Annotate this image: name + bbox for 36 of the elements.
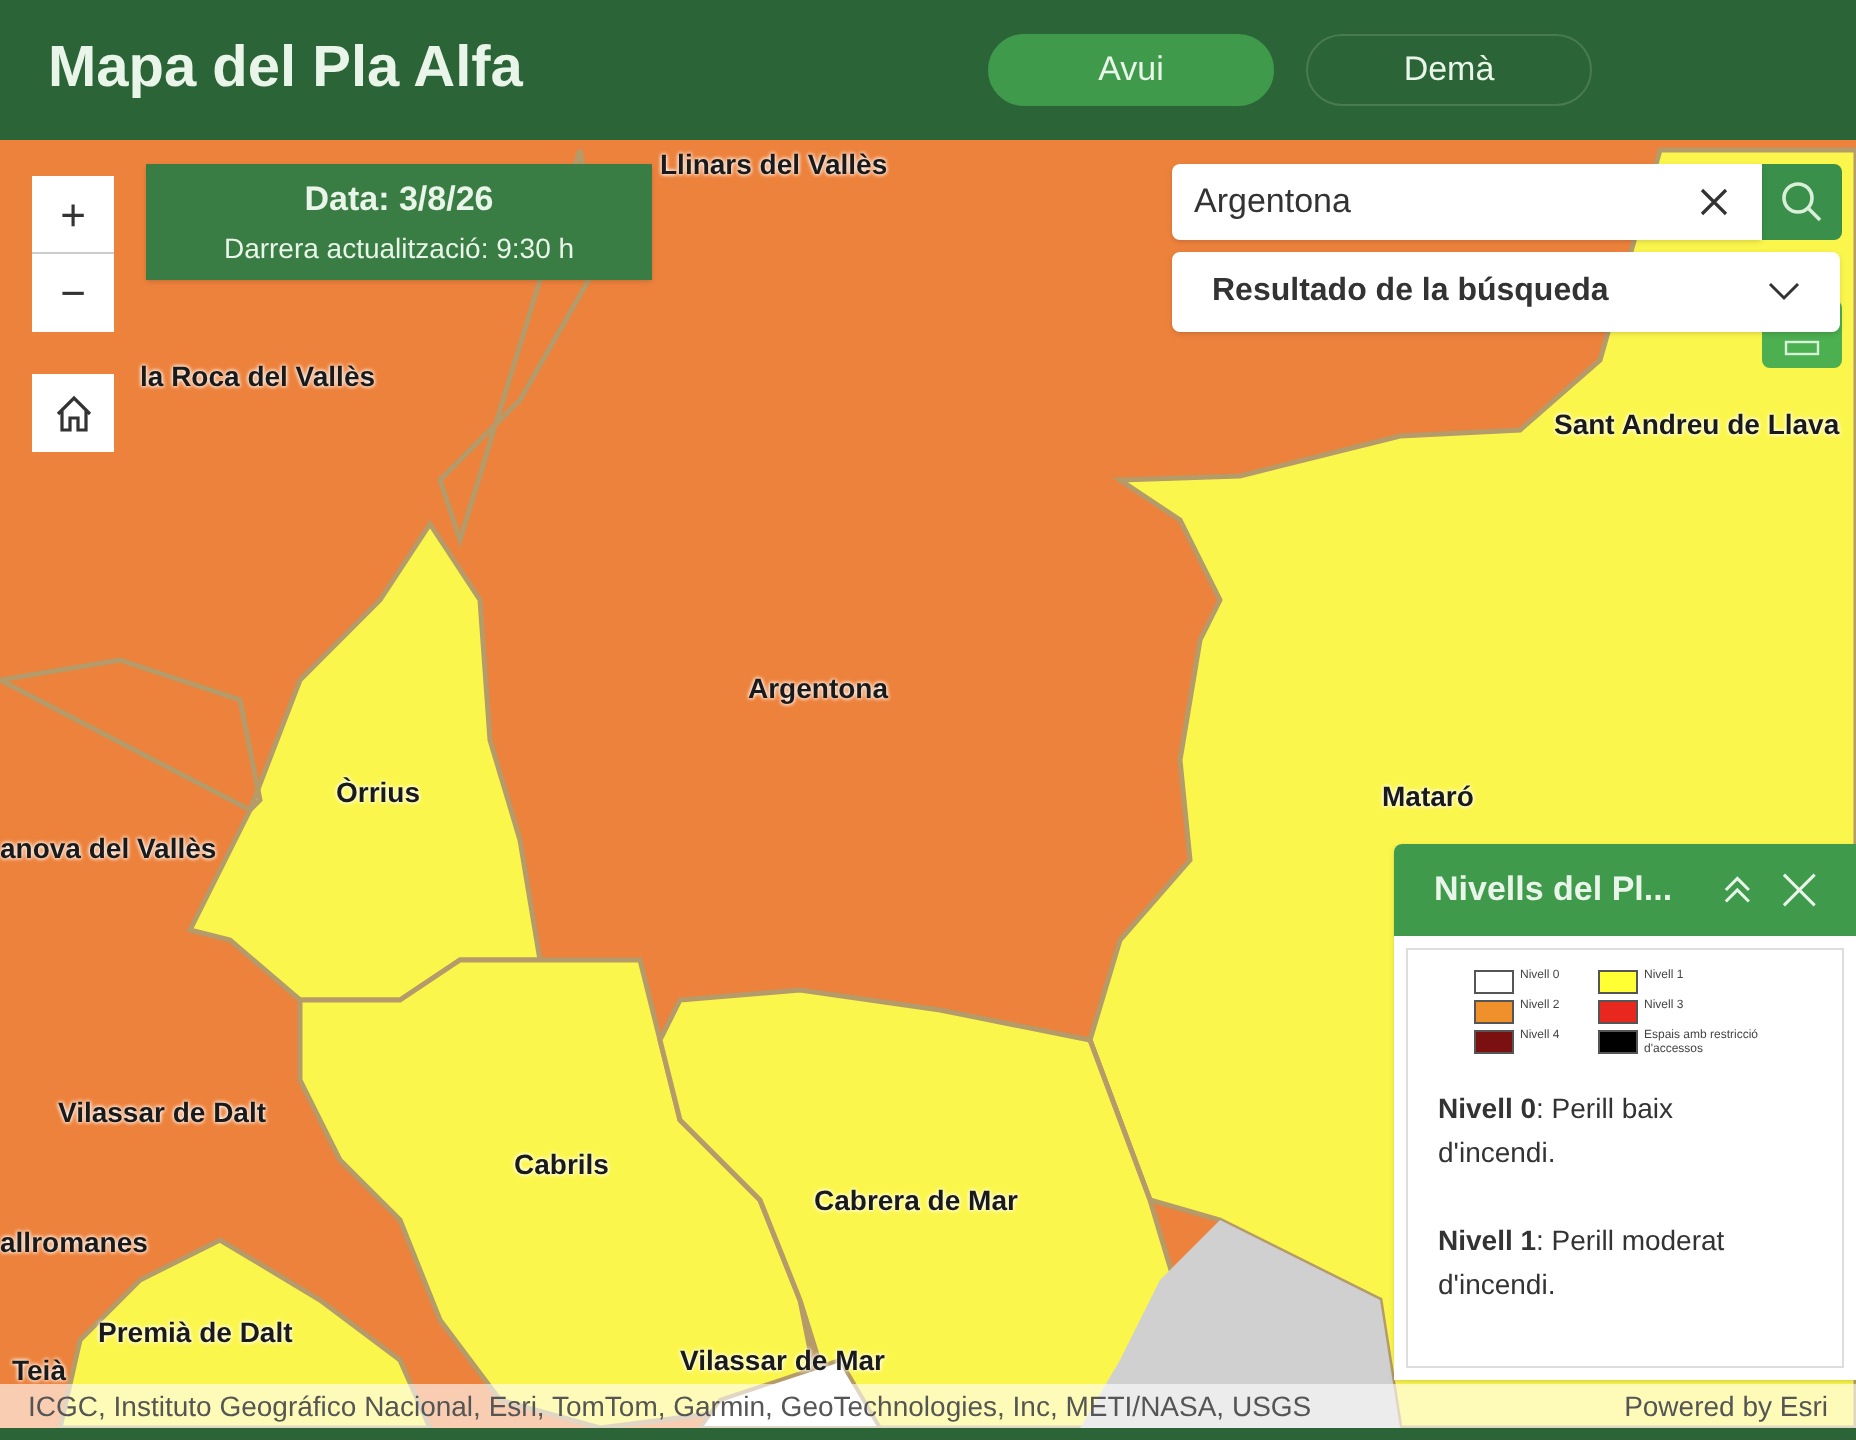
date-text: Data: 3/8/26 bbox=[304, 177, 494, 222]
place-label: Argentona bbox=[748, 670, 888, 708]
close-icon[interactable] bbox=[1781, 872, 1817, 908]
place-label: Llinars del Vallès bbox=[660, 146, 888, 184]
zoom-out-button[interactable]: − bbox=[32, 254, 114, 332]
app-title: Mapa del Pla Alfa bbox=[48, 34, 525, 105]
place-label: la Roca del Vallès bbox=[140, 358, 376, 396]
place-label: Òrrius bbox=[336, 774, 421, 812]
last-updated-text: Darrera actualització: 9:30 h bbox=[223, 230, 575, 269]
collapse-icon[interactable] bbox=[1722, 876, 1754, 904]
level-description: Nivell 0: Perill baix d'incendi. bbox=[1438, 1090, 1675, 1172]
place-label: anova del Vallès bbox=[0, 830, 217, 868]
list-icon bbox=[1784, 340, 1820, 356]
place-label: Vilassar de Mar bbox=[680, 1342, 885, 1380]
attribution-text: ICGC, Instituto Geográfico Nacional, Esri, TomTom, Garmin, GeoTechnologies, Inc, METI/NASA, USGS bbox=[28, 1387, 1312, 1426]
search-button[interactable] bbox=[1762, 164, 1842, 240]
search-icon bbox=[1780, 180, 1824, 224]
day-tab[interactable]: Demà bbox=[1306, 34, 1592, 106]
home-icon bbox=[53, 393, 93, 433]
place-label: allromanes bbox=[0, 1224, 148, 1262]
place-label: Teià bbox=[12, 1352, 66, 1390]
search-field[interactable]: Argentona bbox=[1172, 164, 1762, 240]
place-label: Sant Andreu de Llava bbox=[1554, 406, 1840, 444]
place-label: Cabrera de Mar bbox=[814, 1182, 1018, 1220]
search-results-dropdown[interactable]: Resultado de la búsqueda bbox=[1172, 252, 1840, 332]
powered-by-link[interactable]: Powered by Esri bbox=[1624, 1385, 1828, 1427]
zoom-in-button[interactable]: + bbox=[32, 176, 114, 254]
place-label: Vilassar de Dalt bbox=[58, 1094, 267, 1132]
chevron-down-icon bbox=[1768, 282, 1800, 302]
place-label: Mataró bbox=[1382, 778, 1474, 816]
home-button[interactable] bbox=[32, 374, 114, 452]
level-description: Nivell 1: Perill moderat d'incendi. bbox=[1438, 1222, 1727, 1304]
clear-icon[interactable] bbox=[1698, 186, 1730, 218]
legend-title: Nivells del Pl... bbox=[1434, 868, 1675, 913]
place-label: Cabrils bbox=[514, 1146, 609, 1184]
place-label: Premià de Dalt bbox=[98, 1314, 293, 1352]
